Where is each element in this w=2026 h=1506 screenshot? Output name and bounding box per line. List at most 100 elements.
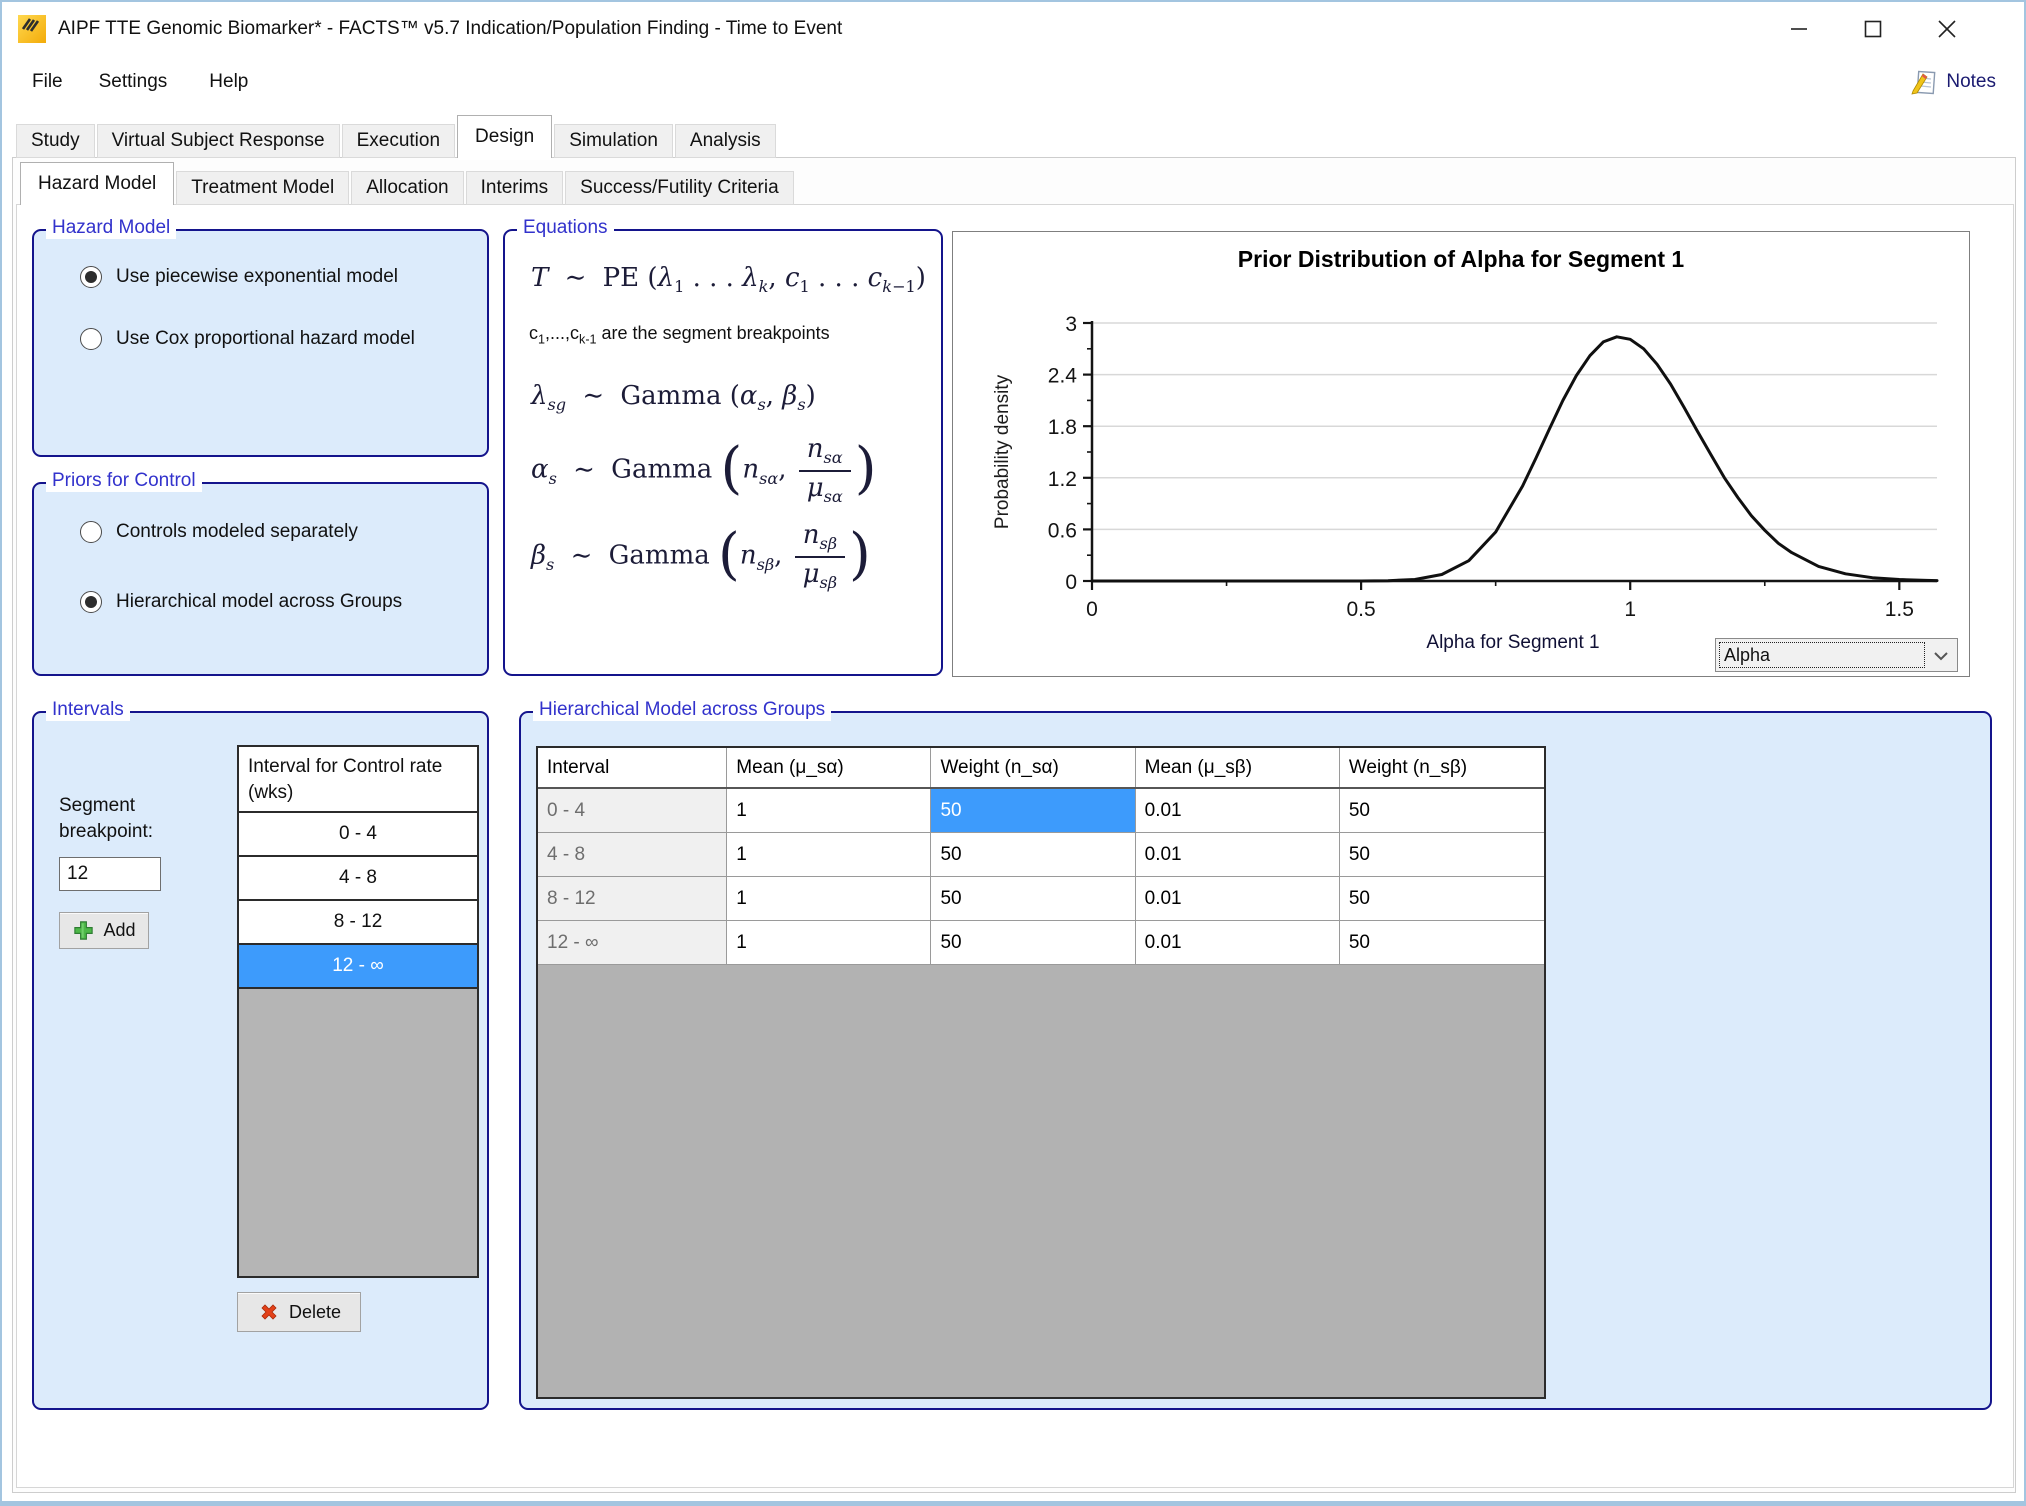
tab-hazard-model[interactable]: Hazard Model xyxy=(20,162,174,205)
svg-text:0: 0 xyxy=(1086,598,1098,621)
table-cell[interactable]: 0.01 xyxy=(1136,789,1340,832)
row-header-cell: 12 - ∞ xyxy=(538,921,727,964)
tab-analysis[interactable]: Analysis xyxy=(675,124,776,158)
table-cell-selected[interactable]: 50 xyxy=(931,789,1135,832)
interval-list-item[interactable]: 4 - 8 xyxy=(239,857,477,901)
equations-group: Equations T ∼ PE (λ1 . . . λk, c1 . . . … xyxy=(503,229,943,676)
svg-text:0.6: 0.6 xyxy=(1048,519,1077,542)
intervals-group: Intervals Segment breakpoint: Add Interv… xyxy=(32,711,489,1410)
table-row: 8 - 12 1 50 0.01 50 xyxy=(538,877,1544,921)
tab-study[interactable]: Study xyxy=(16,124,95,158)
hierarchical-group-title: Hierarchical Model across Groups xyxy=(533,699,831,721)
table-cell[interactable]: 50 xyxy=(931,833,1135,876)
chart-x-axis-label: Alpha for Segment 1 xyxy=(1426,632,1599,654)
table-cell[interactable]: 0.01 xyxy=(1136,877,1340,920)
table-row: 0 - 4 1 50 0.01 50 xyxy=(538,789,1544,833)
hierarchical-model-table: Interval Mean (μ_sα) Weight (n_sα) Mean … xyxy=(536,746,1546,1399)
table-cell[interactable]: 50 xyxy=(1340,921,1544,964)
maximize-icon xyxy=(1861,17,1885,41)
hazard-model-group-title: Hazard Model xyxy=(46,217,176,239)
main-tab-strip: Study Virtual Subject Response Execution… xyxy=(16,115,778,158)
svg-text:1.8: 1.8 xyxy=(1048,416,1077,439)
table-cell[interactable]: 50 xyxy=(1340,833,1544,876)
radio-controls-separately-circle[interactable] xyxy=(80,521,102,543)
table-cell[interactable]: 50 xyxy=(931,877,1135,920)
radio-hierarchical-model-label: Hierarchical model across Groups xyxy=(116,591,402,613)
interval-list-item[interactable]: 0 - 4 xyxy=(239,813,477,857)
delete-button[interactable]: Delete xyxy=(237,1292,361,1332)
app-window: AIPF TTE Genomic Biomarker* - FACTS™ v5.… xyxy=(0,0,2026,1506)
menu-settings[interactable]: Settings xyxy=(89,65,178,99)
combo-focus-rect xyxy=(1719,642,1925,668)
chevron-down-icon xyxy=(1930,646,1952,666)
table-row: 4 - 8 1 50 0.01 50 xyxy=(538,833,1544,877)
table-header-row: Interval Mean (μ_sα) Weight (n_sα) Mean … xyxy=(538,748,1544,789)
table-cell[interactable]: 50 xyxy=(931,921,1135,964)
svg-text:1: 1 xyxy=(1624,598,1636,621)
intervals-group-title: Intervals xyxy=(46,699,130,721)
radio-controls-separately[interactable]: Controls modeled separately xyxy=(80,521,358,543)
notes-label: Notes xyxy=(1946,71,1996,93)
delete-button-label: Delete xyxy=(289,1302,341,1323)
priors-group-title: Priors for Control xyxy=(46,470,202,492)
close-button[interactable] xyxy=(1910,2,1984,56)
menu-help[interactable]: Help xyxy=(199,65,258,99)
radio-piecewise-exponential-circle[interactable] xyxy=(80,266,102,288)
radio-controls-separately-label: Controls modeled separately xyxy=(116,521,358,543)
menu-bar: File Settings Help xyxy=(2,56,2024,108)
svg-text:3: 3 xyxy=(1065,313,1077,336)
tab-interims[interactable]: Interims xyxy=(466,171,564,205)
app-icon xyxy=(18,15,46,43)
add-button-label: Add xyxy=(103,920,135,941)
maximize-button[interactable] xyxy=(1836,2,1910,56)
menu-file[interactable]: File xyxy=(22,65,73,99)
tab-virtual-subject-response[interactable]: Virtual Subject Response xyxy=(97,124,340,158)
design-sub-tab-strip: Hazard Model Treatment Model Allocation … xyxy=(20,162,796,205)
tab-design[interactable]: Design xyxy=(457,115,552,158)
table-cell[interactable]: 0.01 xyxy=(1136,921,1340,964)
window-controls xyxy=(1762,2,1984,56)
chart-series-selector[interactable]: Alpha xyxy=(1715,638,1958,672)
hazard-model-group: Hazard Model Use piecewise exponential m… xyxy=(32,229,489,457)
window-title: AIPF TTE Genomic Biomarker* - FACTS™ v5.… xyxy=(58,2,842,56)
tab-success-futility-criteria[interactable]: Success/Futility Criteria xyxy=(565,171,794,205)
radio-cox-proportional-circle[interactable] xyxy=(80,328,102,350)
segment-breakpoint-label: Segment breakpoint: xyxy=(59,793,234,844)
table-cell[interactable]: 50 xyxy=(1340,789,1544,832)
tab-execution[interactable]: Execution xyxy=(342,124,455,158)
radio-hierarchical-model[interactable]: Hierarchical model across Groups xyxy=(80,591,402,613)
interval-list-item-selected[interactable]: 12 - ∞ xyxy=(239,945,477,989)
close-icon xyxy=(1935,17,1959,41)
tab-simulation[interactable]: Simulation xyxy=(554,124,673,158)
table-cell[interactable]: 1 xyxy=(727,877,931,920)
equation-lambda-gamma: λsg ∼ Gamma (αs, βs) xyxy=(531,381,816,414)
interval-list-header: Interval for Control rate (wks) xyxy=(239,747,477,813)
tab-treatment-model[interactable]: Treatment Model xyxy=(176,171,349,205)
facts-logo-icon xyxy=(18,15,46,43)
interval-list: Interval for Control rate (wks) 0 - 4 4 … xyxy=(237,745,479,1278)
notes-button[interactable]: Notes xyxy=(1909,56,1996,108)
radio-cox-proportional[interactable]: Use Cox proportional hazard model xyxy=(80,328,415,350)
interval-list-item[interactable]: 8 - 12 xyxy=(239,901,477,945)
table-cell[interactable]: 1 xyxy=(727,921,931,964)
tab-allocation[interactable]: Allocation xyxy=(351,171,463,205)
notes-icon xyxy=(1909,67,1939,97)
svg-text:1.2: 1.2 xyxy=(1048,468,1077,491)
equations-group-title: Equations xyxy=(517,217,614,239)
table-cell[interactable]: 1 xyxy=(727,833,931,876)
title-bar: AIPF TTE Genomic Biomarker* - FACTS™ v5.… xyxy=(2,2,2024,56)
table-cell[interactable]: 1 xyxy=(727,789,931,832)
table-cell[interactable]: 0.01 xyxy=(1136,833,1340,876)
column-header-mean-alpha: Mean (μ_sα) xyxy=(727,748,931,787)
radio-piecewise-exponential-label: Use piecewise exponential model xyxy=(116,266,398,288)
minimize-icon xyxy=(1787,17,1811,41)
radio-hierarchical-model-circle[interactable] xyxy=(80,591,102,613)
column-header-mean-beta: Mean (μ_sβ) xyxy=(1136,748,1340,787)
add-button[interactable]: Add xyxy=(59,912,149,949)
radio-piecewise-exponential[interactable]: Use piecewise exponential model xyxy=(80,266,398,288)
minimize-button[interactable] xyxy=(1762,2,1836,56)
row-header-cell: 8 - 12 xyxy=(538,877,727,920)
segment-breakpoint-input[interactable] xyxy=(59,857,161,891)
table-cell[interactable]: 50 xyxy=(1340,877,1544,920)
priors-for-control-group: Priors for Control Controls modeled sepa… xyxy=(32,482,489,676)
